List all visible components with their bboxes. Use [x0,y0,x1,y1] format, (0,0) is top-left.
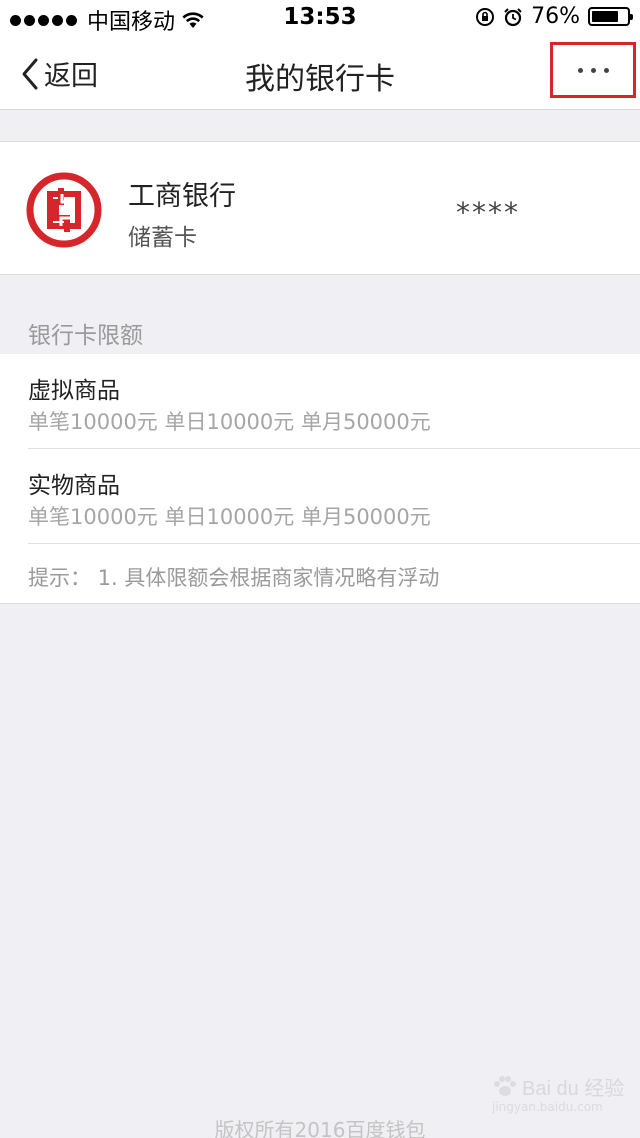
card-number: **** [456,196,520,229]
copyright-text: 版权所有2016百度钱包 [214,1118,426,1138]
battery-percent: 76% [531,4,580,29]
back-button[interactable]: 返回 [20,54,98,93]
watermark-sub: jingyan.baidu.com [492,1100,603,1114]
limits-section-title: 银行卡限额 [28,323,143,349]
chevron-left-icon [22,58,38,89]
signal-dots-icon [10,14,77,26]
more-dots-icon [577,67,583,73]
limits-list: 虚拟商品 单笔10000元 单日10000元 单月50000元 实物商品 单笔1… [0,354,640,604]
limit-name: 虚拟商品 [28,378,120,404]
divider [28,543,640,544]
watermark-text: Bai du 经验 [522,1078,625,1100]
bank-card-row[interactable]: 工商银行 储蓄卡 **** [0,141,640,275]
limit-name: 实物商品 [28,473,120,499]
baidu-jingyan-watermark: Bai du 经验 jingyan.baidu.com [492,1072,625,1114]
paw-icon [494,1075,516,1096]
bank-name: 工商银行 [128,181,236,212]
wifi-icon [182,12,204,28]
battery-fill [592,11,618,22]
status-bar: 中国移动 13:53 76% [0,0,640,36]
card-type: 储蓄卡 [128,225,197,251]
nav-bar: 返回 我的银行卡 [0,36,640,110]
rotation-lock-icon [476,7,495,26]
battery-icon [588,7,633,26]
more-button[interactable] [550,42,636,98]
limit-item-virtual: 虚拟商品 单笔10000元 单日10000元 单月50000元 [0,354,640,449]
limit-detail: 单笔10000元 单日10000元 单月50000元 [28,410,431,434]
limit-hint: 提示： 1. 具体限额会根据商家情况略有浮动 [28,566,440,590]
back-label: 返回 [44,61,98,92]
carrier-label: 中国移动 [87,10,176,35]
limit-detail: 单笔10000元 单日10000元 单月50000元 [28,505,431,529]
status-left: 中国移动 [10,4,205,36]
limit-item-physical: 实物商品 单笔10000元 单日10000元 单月50000元 [0,449,640,544]
status-right: 76% [475,4,633,29]
icbc-logo [26,172,102,252]
alarm-icon [504,7,522,26]
